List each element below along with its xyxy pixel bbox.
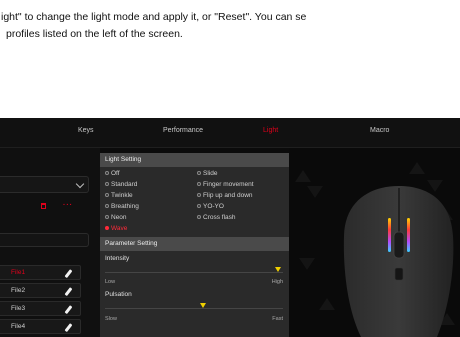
mode-standard[interactable]: Standard xyxy=(105,181,137,190)
profile-label: File3 xyxy=(11,305,26,312)
pencil-icon[interactable] xyxy=(64,305,73,314)
pencil-icon[interactable] xyxy=(64,287,73,296)
profile-item[interactable]: File4 xyxy=(0,319,81,334)
mode-twinkle[interactable]: Twinkle xyxy=(105,192,133,201)
mode-yo-yo[interactable]: YO-YO xyxy=(197,203,224,212)
instruction-text: ight" to change the light mode and apply… xyxy=(0,0,460,118)
pulsation-min-label: Slow xyxy=(105,316,117,322)
profile-name-input[interactable] xyxy=(0,233,89,247)
light-setting-title: Light Setting xyxy=(105,156,142,163)
pulsation-slider[interactable] xyxy=(105,308,283,309)
light-setting-panel: Light Setting Off Standard Twinkle Breat… xyxy=(100,153,289,337)
pulsation-label: Pulsation xyxy=(105,291,132,298)
pencil-icon[interactable] xyxy=(64,269,73,278)
tab-light[interactable]: Light xyxy=(263,127,278,134)
radio-icon xyxy=(105,182,109,186)
radio-icon xyxy=(105,171,109,175)
pulsation-slider-handle[interactable] xyxy=(199,303,206,308)
profile-item[interactable]: File2 xyxy=(0,283,81,298)
mode-neon[interactable]: Neon xyxy=(105,214,127,223)
profile-label: File2 xyxy=(11,287,26,294)
delete-profile-button[interactable] xyxy=(38,202,50,212)
intensity-slider-handle[interactable] xyxy=(274,267,281,272)
radio-icon xyxy=(105,193,109,197)
pencil-icon[interactable] xyxy=(64,323,73,332)
mode-finger-movement[interactable]: Finger movement xyxy=(197,181,254,190)
mode-slide[interactable]: Slide xyxy=(197,170,217,179)
pulsation-max-label: Fast xyxy=(272,316,283,322)
mouse-preview-area xyxy=(289,148,460,337)
intensity-slider[interactable] xyxy=(105,272,283,273)
trash-icon xyxy=(41,203,46,209)
mouse-image xyxy=(343,186,454,337)
intensity-max-label: High xyxy=(271,279,283,285)
intensity-min-label: Low xyxy=(105,279,116,285)
more-icon: ··· xyxy=(63,202,73,209)
profile-label: File1 xyxy=(11,269,26,276)
profile-panel: ··· File1 File2 File3 File4 xyxy=(0,148,100,337)
mode-flip-up-and-down[interactable]: Flip up and down xyxy=(197,192,253,201)
instruction-line-2: profiles listed on the left of the scree… xyxy=(6,28,183,40)
instruction-line-1: ight" to change the light mode and apply… xyxy=(1,11,307,23)
radio-icon xyxy=(197,204,201,208)
profile-label: File4 xyxy=(11,323,26,330)
app-window: Keys Performance Light Macro ··· File1 F… xyxy=(0,118,460,337)
mode-off[interactable]: Off xyxy=(105,170,120,179)
profile-dropdown[interactable] xyxy=(0,176,89,193)
radio-icon xyxy=(197,215,201,219)
radio-icon xyxy=(105,204,109,208)
parameter-setting-header: Parameter Setting xyxy=(100,237,289,251)
top-tab-bar: Keys Performance Light Macro xyxy=(0,118,460,148)
tab-macro[interactable]: Macro xyxy=(370,127,389,134)
profile-item[interactable]: File3 xyxy=(0,301,81,316)
tab-keys[interactable]: Keys xyxy=(78,127,94,134)
radio-icon xyxy=(197,182,201,186)
radio-icon xyxy=(105,226,109,230)
mode-cross-flash[interactable]: Cross flash xyxy=(197,214,236,223)
more-options-button[interactable]: ··· xyxy=(62,202,74,212)
mode-breathing[interactable]: Breathing xyxy=(105,203,139,212)
radio-icon xyxy=(197,193,201,197)
light-setting-header: Light Setting xyxy=(100,153,289,167)
parameter-setting-title: Parameter Setting xyxy=(105,240,158,247)
mode-wave[interactable]: Wave xyxy=(105,225,127,234)
tab-performance[interactable]: Performance xyxy=(163,127,203,134)
profile-item[interactable]: File1 xyxy=(0,265,81,280)
radio-icon xyxy=(105,215,109,219)
intensity-label: Intensity xyxy=(105,255,130,262)
radio-icon xyxy=(197,171,201,175)
chevron-down-icon xyxy=(75,179,85,189)
